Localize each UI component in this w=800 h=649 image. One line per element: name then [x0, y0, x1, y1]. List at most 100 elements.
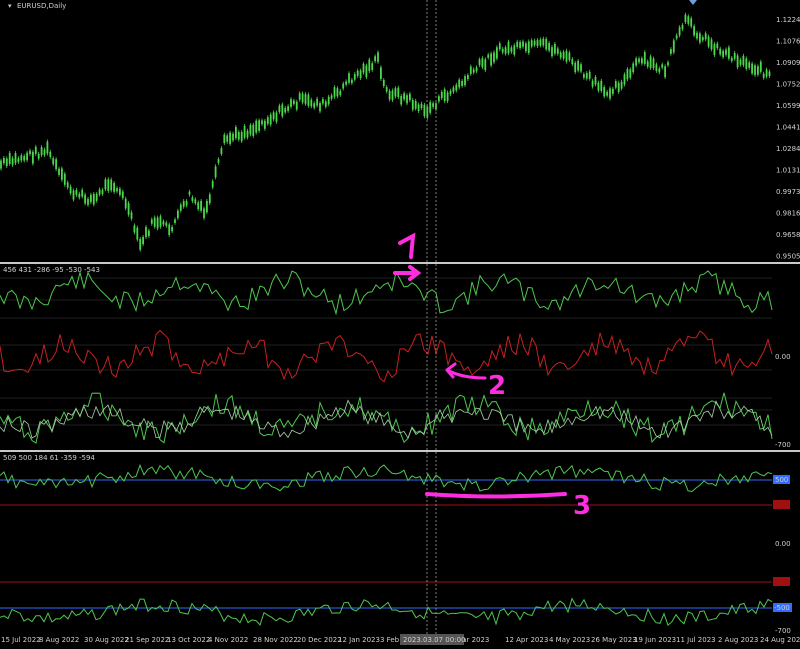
candle-body [594, 76, 597, 85]
candle-body [69, 186, 72, 194]
candle-body [730, 57, 733, 62]
candle-body [261, 120, 263, 125]
candle-body [516, 41, 519, 47]
candle-body [84, 194, 86, 204]
candle-body [504, 47, 507, 54]
candle-body [635, 58, 637, 66]
candle-body [562, 51, 565, 59]
price-pane[interactable]: ▾ EURUSD,Daily 1.12245 1.10765 1.09090 1.07… [0, 0, 800, 261]
candle-body [762, 73, 765, 78]
candle-body [739, 59, 742, 65]
candle-body [690, 18, 693, 27]
candle-body [768, 71, 771, 76]
price-tick-label: 1.12245 [776, 16, 800, 24]
candle-body [420, 103, 423, 109]
price-tick-label: 1.01310 [776, 167, 800, 175]
candle-body [559, 52, 562, 58]
candle-body [623, 74, 626, 85]
candle-body [600, 80, 603, 91]
candle-body [66, 182, 69, 188]
price-tick-label: 0.96585 [776, 231, 800, 239]
candle-body [710, 39, 713, 50]
candle-body [130, 212, 133, 219]
pane-separator[interactable] [0, 262, 800, 264]
indicator-pane-1[interactable]: 456 431 -286 -95 -530 -543 0.00 -700 [0, 266, 791, 449]
candle-body [17, 158, 20, 162]
candle-body [217, 159, 220, 163]
candle-body [179, 204, 182, 211]
candle-body [278, 105, 281, 112]
candle-body [269, 114, 272, 125]
candle-body [632, 63, 635, 73]
candle-body [484, 59, 487, 71]
candle-body [333, 87, 336, 97]
chart-menu-icon[interactable]: ▾ [8, 2, 12, 10]
candle-body [696, 32, 698, 39]
annotation-label-3: 3 [573, 491, 591, 521]
candle-body [324, 101, 327, 107]
candle-body [365, 65, 368, 78]
candle-body [90, 194, 92, 203]
candle-body [580, 64, 582, 72]
trading-chart[interactable]: ▾ EURUSD,Daily 1.12245 1.10765 1.09090 1.07… [0, 0, 800, 649]
indicator1-gridlines [0, 277, 772, 426]
price-tick-label: 1.02840 [776, 145, 800, 153]
candle-body [481, 58, 484, 68]
candle-body [339, 90, 342, 95]
candle-body [348, 73, 350, 83]
candle-body [98, 189, 101, 195]
candle-body [414, 100, 417, 109]
candle-body [301, 93, 304, 103]
candle-body [226, 135, 229, 142]
candle-body [0, 160, 2, 169]
candle-body [533, 40, 536, 46]
candle-body [237, 132, 240, 140]
candle-body [75, 189, 78, 195]
price-tick-label: 1.07520 [776, 81, 800, 89]
candle-body [455, 84, 458, 91]
candle-body [438, 96, 440, 102]
candle-body [63, 173, 66, 185]
candle-body [287, 106, 289, 111]
indicator1-header: 456 431 -286 -95 -530 -543 [3, 266, 100, 274]
candle-body [742, 55, 745, 66]
candle-body [571, 59, 574, 65]
candle-body [525, 43, 527, 52]
candle-body [46, 141, 49, 154]
time-tick-label: 28 Nov 2022 [253, 636, 298, 644]
time-tick-label: 30 Aug 2022 [84, 636, 129, 644]
indicator1-axis-min: -700 [775, 441, 791, 449]
candle-body [501, 48, 504, 53]
candle-body [177, 210, 179, 219]
candle-body [449, 90, 452, 95]
candle-body [736, 55, 739, 68]
candle-body [356, 70, 359, 76]
candle-body [620, 81, 623, 89]
candle-body [542, 38, 545, 46]
indicator-pane-2[interactable]: 509 500 184 61 -359 -594 500 -500 0.00 -… [0, 454, 792, 635]
candle-body [14, 153, 17, 164]
candle-body [388, 90, 391, 100]
candle-body [307, 94, 310, 106]
pane-separator[interactable] [0, 450, 800, 452]
candle-body [182, 201, 185, 207]
candle-body [452, 87, 455, 92]
candle-body [612, 88, 614, 94]
candle-body [322, 99, 324, 104]
candle-body [446, 92, 449, 102]
candle-body [464, 76, 466, 86]
candle-body [583, 74, 585, 78]
candle-body [310, 99, 313, 107]
time-tick-label: 12 Jan 2023 [338, 636, 380, 644]
candle-body [58, 168, 60, 175]
price-tick-label: 0.95055 [776, 253, 800, 261]
level-badge-lower-text: -500 [774, 604, 790, 612]
candle-body [304, 94, 307, 104]
candle-body [556, 48, 559, 54]
candle-body [641, 58, 643, 64]
candle-body [626, 69, 629, 80]
candle-body [545, 38, 548, 50]
candle-body [119, 188, 121, 195]
candle-body [751, 63, 753, 74]
candle-body [34, 146, 37, 154]
